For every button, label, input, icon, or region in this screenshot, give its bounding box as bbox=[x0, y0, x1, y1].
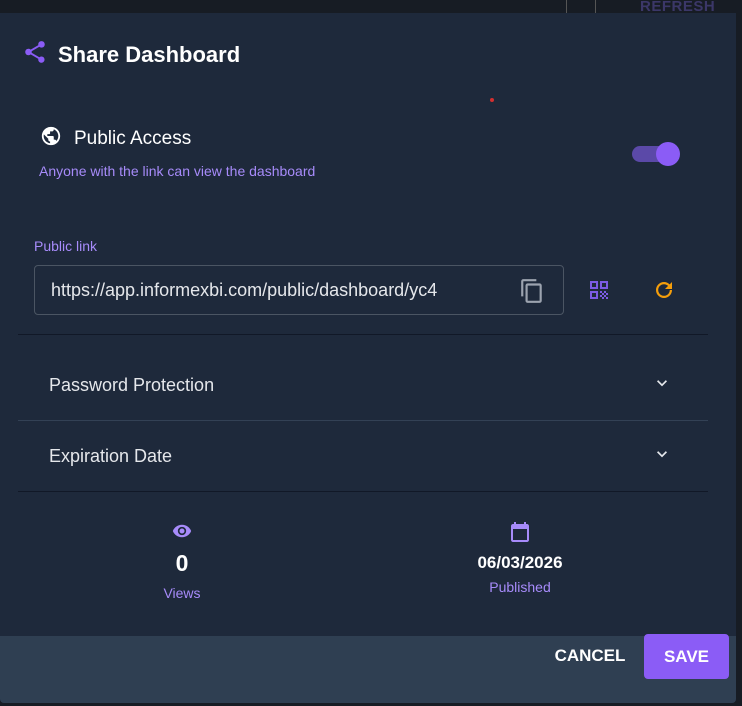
public-link-label: Public link bbox=[34, 238, 98, 254]
copy-icon[interactable] bbox=[519, 278, 545, 309]
section-label: Expiration Date bbox=[49, 445, 173, 466]
qr-code-icon[interactable] bbox=[587, 278, 611, 307]
published-stat: 06/03/2026 Published bbox=[450, 520, 590, 595]
share-icon bbox=[22, 39, 48, 71]
expiration-date-section[interactable]: Expiration Date bbox=[18, 421, 708, 491]
public-link-field bbox=[34, 265, 564, 315]
published-date: 06/03/2026 bbox=[477, 553, 563, 572]
views-stat: 0 Views bbox=[132, 521, 232, 601]
public-access-toggle[interactable] bbox=[632, 142, 680, 166]
views-label: Views bbox=[163, 585, 201, 601]
cancel-button[interactable]: CANCEL bbox=[545, 636, 635, 676]
calendar-icon bbox=[450, 520, 590, 551]
views-count: 0 bbox=[175, 550, 189, 576]
published-label: Published bbox=[489, 579, 551, 595]
divider bbox=[18, 491, 708, 492]
share-dashboard-dialog: Share Dashboard Public Access Anyone wit… bbox=[0, 13, 736, 703]
public-access-title: Public Access bbox=[74, 128, 192, 149]
dialog-title-text: Share Dashboard bbox=[58, 42, 241, 67]
chevron-down-icon bbox=[652, 444, 672, 469]
background-download-button bbox=[566, 0, 596, 13]
status-dot bbox=[490, 98, 494, 102]
eye-icon bbox=[132, 521, 232, 546]
dialog-title: Share Dashboard bbox=[22, 39, 240, 71]
chevron-down-icon bbox=[652, 373, 672, 398]
public-link-input[interactable] bbox=[51, 279, 506, 301]
globe-icon bbox=[40, 125, 62, 153]
section-label: Password Protection bbox=[49, 374, 215, 395]
public-access-subtitle: Anyone with the link can view the dashbo… bbox=[39, 163, 316, 179]
regenerate-link-icon[interactable] bbox=[652, 278, 676, 307]
background-toolbar bbox=[0, 0, 742, 13]
public-access-header: Public Access bbox=[40, 125, 191, 153]
password-protection-section[interactable]: Password Protection bbox=[18, 350, 708, 420]
save-button[interactable]: SAVE bbox=[644, 634, 729, 679]
divider bbox=[18, 334, 708, 335]
